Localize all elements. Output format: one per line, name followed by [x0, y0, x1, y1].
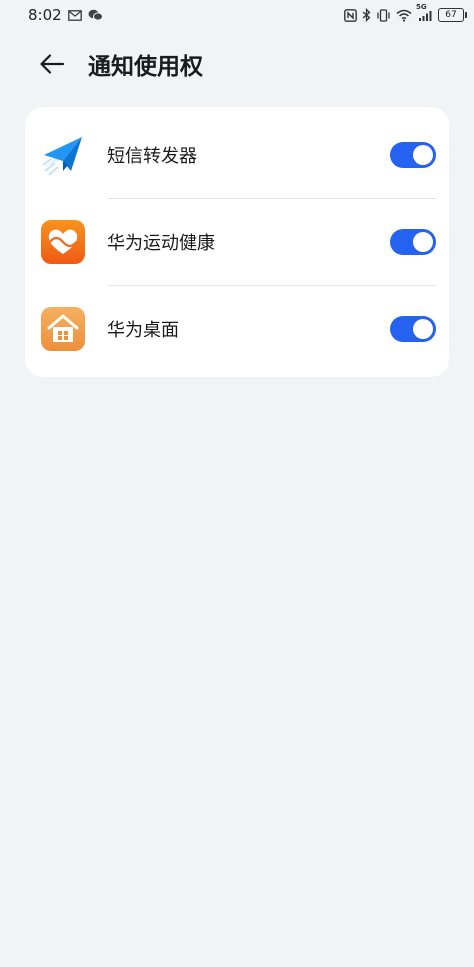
app-name: 华为运动健康 — [107, 232, 215, 254]
list-item-sms-forwarder[interactable]: 短信转发器 — [25, 111, 449, 198]
battery-icon: 67 — [438, 8, 467, 22]
toggle-knob — [413, 318, 433, 339]
home-icon — [41, 306, 85, 351]
toggle-huawei-launcher[interactable] — [390, 315, 436, 342]
wechat-icon — [88, 9, 103, 21]
status-bar-right: 5G 67 — [344, 3, 467, 22]
wifi-icon — [396, 9, 412, 22]
mail-icon — [67, 9, 82, 21]
status-bar: 8:02 5G 67 — [0, 0, 474, 30]
signal-icon: 5G — [416, 3, 433, 22]
battery-level: 67 — [445, 10, 457, 20]
page-title: 通知使用权 — [88, 54, 203, 80]
nfc-icon — [344, 8, 357, 22]
list-item-huawei-health[interactable]: 华为运动健康 — [25, 198, 449, 285]
heart-health-icon — [41, 219, 85, 264]
back-button[interactable] — [30, 42, 74, 86]
network-type-label: 5G — [416, 2, 427, 11]
toggle-huawei-health[interactable] — [390, 228, 436, 255]
vibrate-icon — [376, 8, 391, 22]
status-time: 8:02 — [28, 6, 62, 24]
app-name: 短信转发器 — [107, 145, 197, 167]
bluetooth-icon — [362, 8, 371, 22]
list-item-huawei-launcher[interactable]: 华为桌面 — [25, 285, 449, 372]
app-name: 华为桌面 — [107, 319, 179, 341]
arrow-left-icon — [40, 54, 65, 74]
toggle-knob — [413, 144, 433, 165]
app-list-card: 短信转发器 华为运动健康 华为桌面 — [25, 107, 449, 377]
toggle-sms-forwarder[interactable] — [390, 141, 436, 168]
page-header: 通知使用权 — [0, 38, 474, 90]
toggle-knob — [413, 231, 433, 252]
paper-plane-icon — [41, 133, 85, 177]
status-bar-left: 8:02 — [28, 6, 103, 24]
